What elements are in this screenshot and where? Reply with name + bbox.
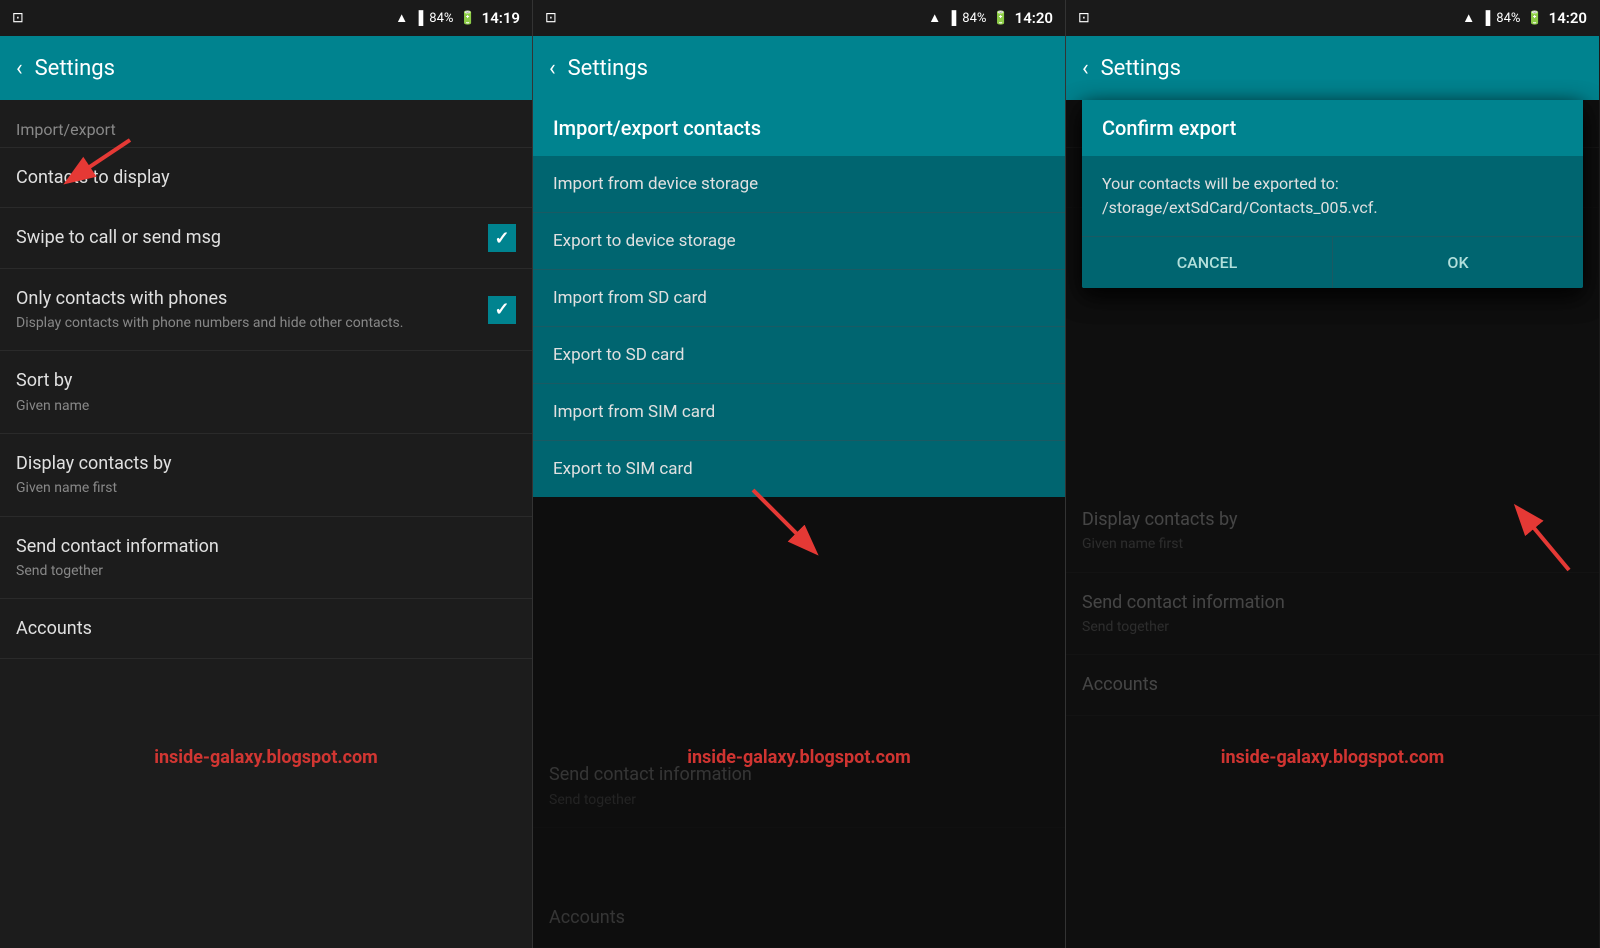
- send-contact-bg-3: Send contact information Send together: [1066, 573, 1599, 656]
- cancel-button-top[interactable]: Cancel: [1082, 237, 1333, 288]
- accounts-bg-3: Accounts: [1066, 655, 1599, 715]
- swipe-checkbox[interactable]: ✓: [488, 224, 516, 252]
- display-contacts-by-item[interactable]: Display contacts by Given name first: [0, 434, 532, 517]
- wifi-icon-2: ▲: [928, 10, 941, 26]
- contacts-to-display-label: Contacts to display: [16, 166, 516, 189]
- export-sim-label: Export to SIM card: [553, 459, 693, 479]
- export-to-sd-card[interactable]: Export to SD card: [533, 327, 1065, 384]
- import-device-label: Import from device storage: [553, 174, 758, 194]
- dialog-header: Import/export contacts: [533, 100, 1065, 156]
- sort-by-label: Sort by: [16, 369, 516, 392]
- import-export-dialog[interactable]: Import/export contacts Import from devic…: [533, 100, 1065, 497]
- accounts-label-1: Accounts: [16, 617, 516, 640]
- below-confirm-items: Display contacts by Given name first Sen…: [1066, 490, 1599, 716]
- battery-percent-3: 84%: [1496, 11, 1520, 26]
- signal-icon-2: ▐: [947, 10, 956, 26]
- display-contacts-label: Display contacts by: [16, 452, 516, 475]
- only-contacts-checkbox[interactable]: ✓: [488, 296, 516, 324]
- status-bar-2: ⊡ ▲ ▐ 84% 🔋 14:20: [533, 0, 1065, 36]
- status-right-1: ▲ ▐ 84% 🔋 14:19: [395, 9, 520, 27]
- export-to-device-storage[interactable]: Export to device storage: [533, 213, 1065, 270]
- import-sim-label: Import from SIM card: [553, 402, 715, 422]
- only-contacts-label: Only contacts with phones: [16, 287, 516, 310]
- battery-percent-2: 84%: [962, 11, 986, 26]
- import-from-sim-card[interactable]: Import from SIM card: [533, 384, 1065, 441]
- status-left-3: ⊡: [1078, 10, 1090, 26]
- sort-by-subtitle: Given name: [16, 397, 516, 415]
- time-2: 14:20: [1015, 9, 1053, 27]
- sort-by-item[interactable]: Sort by Given name: [0, 351, 532, 434]
- wifi-icon-3: ▲: [1462, 10, 1475, 26]
- app-bar-1: ‹ Settings: [0, 36, 532, 100]
- swipe-to-call-item[interactable]: Swipe to call or send msg ✓: [0, 208, 532, 268]
- section-header-label-1: Import/export: [16, 120, 116, 139]
- app-bar-title-1: Settings: [35, 56, 115, 81]
- only-contacts-phones-item[interactable]: Only contacts with phones Display contac…: [0, 269, 532, 352]
- status-left-2: ⊡: [545, 10, 557, 26]
- send-contact-label-1: Send contact information: [16, 535, 516, 558]
- confirm-top-buttons: Cancel OK: [1082, 236, 1583, 288]
- battery-icon-3: 🔋: [1526, 11, 1542, 26]
- time-1: 14:19: [482, 9, 520, 27]
- confirm-top-header: Confirm export: [1082, 100, 1583, 156]
- import-sd-label: Import from SD card: [553, 288, 707, 308]
- dialog-title: Import/export contacts: [553, 116, 1045, 140]
- panel-2: ⊡ ▲ ▐ 84% 🔋 14:20 ‹ Settings Import/expo…: [533, 0, 1066, 948]
- contacts-to-display-item[interactable]: Contacts to display: [0, 148, 532, 208]
- export-device-label: Export to device storage: [553, 231, 736, 251]
- display-contacts-by-bg-3: Display contacts by Given name first: [1066, 490, 1599, 573]
- export-sd-label: Export to SD card: [553, 345, 684, 365]
- accounts-item-1[interactable]: Accounts: [0, 599, 532, 659]
- battery-icon-2: 🔋: [992, 11, 1008, 26]
- only-contacts-subtitle: Display contacts with phone numbers and …: [16, 314, 516, 332]
- back-button-1[interactable]: ‹: [16, 56, 23, 81]
- app-bar-title-2: Settings: [568, 56, 648, 81]
- back-button-3[interactable]: ‹: [1082, 56, 1089, 81]
- status-right-2: ▲ ▐ 84% 🔋 14:20: [928, 9, 1053, 27]
- photo-icon-2: ⊡: [545, 10, 557, 26]
- photo-icon: ⊡: [12, 10, 24, 26]
- watermark-3: inside-galaxy.blogspot.com: [1066, 747, 1599, 768]
- export-to-sim-card[interactable]: Export to SIM card: [533, 441, 1065, 497]
- signal-icon: ▐: [414, 10, 423, 26]
- section-header-1: Import/export: [0, 100, 532, 148]
- wifi-icon: ▲: [395, 10, 408, 26]
- swipe-checkmark: ✓: [494, 228, 509, 249]
- swipe-to-call-label: Swipe to call or send msg: [16, 226, 516, 249]
- send-contact-info-item-1[interactable]: Send contact information Send together: [0, 517, 532, 600]
- battery-percent-1: 84%: [429, 11, 453, 26]
- display-contacts-subtitle: Given name first: [16, 479, 516, 497]
- send-contact-subtitle-1: Send together: [16, 562, 516, 580]
- status-right-3: ▲ ▐ 84% 🔋 14:20: [1462, 9, 1587, 27]
- battery-icon-1: 🔋: [459, 11, 475, 26]
- watermark-1: inside-galaxy.blogspot.com: [0, 747, 532, 768]
- signal-icon-3: ▐: [1481, 10, 1490, 26]
- time-3: 14:20: [1549, 9, 1587, 27]
- back-button-2[interactable]: ‹: [549, 56, 556, 81]
- ok-button-top[interactable]: OK: [1333, 237, 1583, 288]
- confirm-top-body: Your contacts will be exported to: /stor…: [1082, 156, 1583, 236]
- confirm-top-title: Confirm export: [1102, 116, 1563, 140]
- app-bar-title-3: Settings: [1101, 56, 1181, 81]
- only-contacts-checkmark: ✓: [494, 299, 509, 320]
- status-bar-3: ⊡ ▲ ▐ 84% 🔋 14:20: [1066, 0, 1599, 36]
- confirm-export-dialog-top[interactable]: Confirm export Your contacts will be exp…: [1082, 100, 1583, 288]
- app-bar-2: ‹ Settings: [533, 36, 1065, 100]
- import-from-device-storage[interactable]: Import from device storage: [533, 156, 1065, 213]
- panel-3: ⊡ ▲ ▐ 84% 🔋 14:20 ‹ Settings Import/expo…: [1066, 0, 1599, 948]
- panel-1: ⊡ ▲ ▐ 84% 🔋 14:19 ‹ Settings Import/expo…: [0, 0, 533, 948]
- status-left-1: ⊡: [12, 10, 24, 26]
- photo-icon-3: ⊡: [1078, 10, 1090, 26]
- status-bar-1: ⊡ ▲ ▐ 84% 🔋 14:19: [0, 0, 532, 36]
- app-bar-3: ‹ Settings: [1066, 36, 1599, 100]
- import-from-sd-card[interactable]: Import from SD card: [533, 270, 1065, 327]
